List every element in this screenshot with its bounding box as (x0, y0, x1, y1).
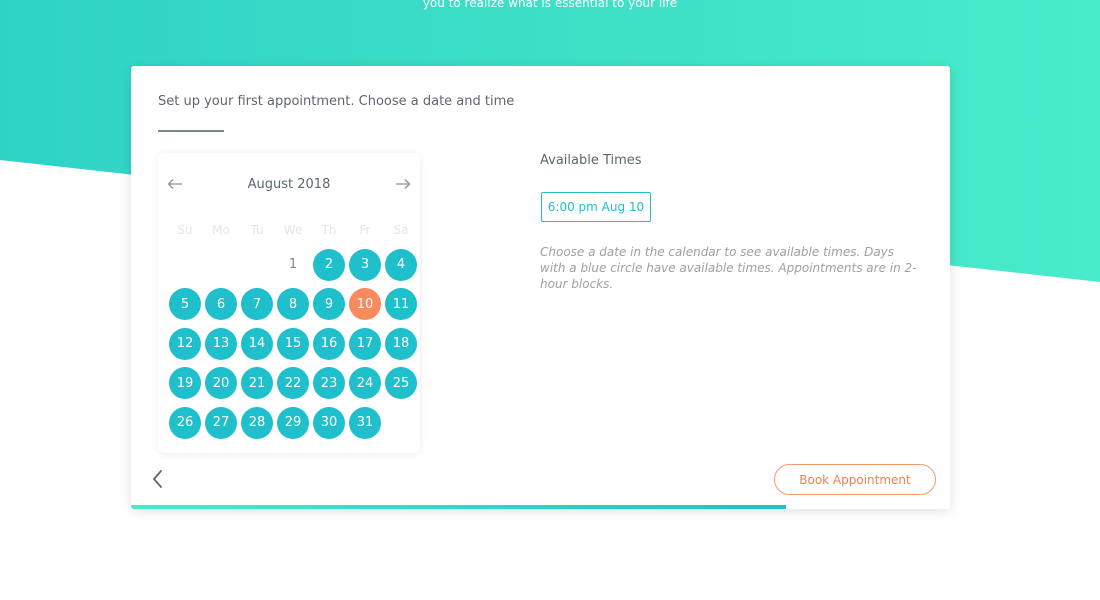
hero-tagline: you to realize what is essential to your… (422, 0, 678, 10)
chevron-left-icon[interactable] (147, 466, 171, 492)
calendar-day[interactable]: 17 (349, 327, 381, 360)
calendar-empty-cell (239, 245, 275, 285)
title-underline (158, 130, 224, 132)
calendar-cell: 4 (383, 245, 419, 285)
calendar-cell: 21 (239, 364, 275, 404)
calendar-cell: 7 (239, 285, 275, 325)
calendar: August 2018 Su Mo Tu We Th Fr Sa 1234567… (158, 153, 420, 453)
calendar-cell: 9 (311, 285, 347, 325)
calendar-cell: 20 (203, 364, 239, 404)
calendar-day[interactable]: 31 (349, 406, 381, 439)
arrow-right-icon[interactable] (395, 175, 411, 195)
calendar-day[interactable]: 29 (277, 406, 309, 439)
weekday-label: Su (177, 223, 193, 237)
calendar-cell: 22 (275, 364, 311, 404)
calendar-cell: 5 (167, 285, 203, 325)
help-text: Choose a date in the calendar to see ava… (540, 245, 917, 291)
calendar-day[interactable]: 4 (385, 248, 417, 281)
calendar-cell: 14 (239, 324, 275, 364)
calendar-day[interactable]: 25 (385, 367, 417, 400)
calendar-cell: 16 (311, 324, 347, 364)
calendar-day-selected[interactable]: 10 (349, 288, 381, 321)
calendar-month-label: August 2018 (247, 177, 331, 192)
calendar-cell: 24 (347, 364, 383, 404)
calendar-cell: 28 (239, 403, 275, 443)
book-appointment-button[interactable]: Book Appointment (774, 464, 936, 495)
calendar-day[interactable]: 22 (277, 367, 309, 400)
card-title: Set up your first appointment. Choose a … (158, 94, 515, 109)
calendar-day[interactable]: 18 (385, 327, 417, 360)
calendar-cell: 10 (347, 285, 383, 325)
calendar-day[interactable]: 20 (205, 367, 237, 400)
calendar-cell: 17 (347, 324, 383, 364)
progress-bar (131, 505, 950, 509)
calendar-cell: 2 (311, 245, 347, 285)
calendar-day[interactable]: 13 (205, 327, 237, 360)
calendar-day[interactable]: 12 (169, 327, 201, 360)
calendar-day[interactable]: 19 (169, 367, 201, 400)
weekday-label: Sa (393, 223, 409, 237)
calendar-empty-cell (167, 245, 203, 285)
weekday-label: We (283, 223, 303, 237)
time-slot-button[interactable]: 6:00 pm Aug 10 (541, 192, 651, 222)
calendar-day[interactable]: 3 (349, 248, 381, 281)
calendar-cell: 15 (275, 324, 311, 364)
calendar-cell: 29 (275, 403, 311, 443)
calendar-days-grid: 1 2 3 4 5 6 7 8 9 10 11 12 13 14 15 16 17 18 19 20 21 22 23 24 2… (167, 245, 419, 443)
calendar-cell: 8 (275, 285, 311, 325)
calendar-day[interactable]: 2 (313, 248, 345, 281)
calendar-cell: 6 (203, 285, 239, 325)
progress-fill (131, 505, 787, 509)
calendar-day[interactable]: 11 (385, 288, 417, 321)
calendar-cell: 23 (311, 364, 347, 404)
calendar-cell: 13 (203, 324, 239, 364)
calendar-cell: 1 (275, 245, 311, 285)
calendar-day[interactable]: 5 (169, 288, 201, 321)
weekday-label: Fr (359, 223, 371, 237)
calendar-day[interactable]: 14 (241, 327, 273, 360)
calendar-day[interactable]: 30 (313, 406, 345, 439)
weekday-label: Th (321, 223, 337, 237)
calendar-cell: 12 (167, 324, 203, 364)
weekday-label: Tu (250, 223, 264, 237)
calendar-cell: 18 (383, 324, 419, 364)
calendar-day[interactable]: 9 (313, 288, 345, 321)
calendar-cell: 30 (311, 403, 347, 443)
calendar-day[interactable]: 15 (277, 327, 309, 360)
calendar-day[interactable]: 7 (241, 288, 273, 321)
calendar-day[interactable]: 28 (241, 406, 273, 439)
calendar-day: 1 (288, 257, 298, 273)
calendar-cell: 19 (167, 364, 203, 404)
weekday-label: Mo (212, 223, 230, 237)
calendar-weekdays: Su Mo Tu We Th Fr Sa (167, 223, 419, 237)
appointment-card: Set up your first appointment. Choose a … (131, 66, 950, 509)
calendar-cell: 31 (347, 403, 383, 443)
calendar-day[interactable]: 21 (241, 367, 273, 400)
available-times-title: Available Times (540, 153, 642, 168)
calendar-day[interactable]: 16 (313, 327, 345, 360)
calendar-day[interactable]: 8 (277, 288, 309, 321)
calendar-day[interactable]: 27 (205, 406, 237, 439)
calendar-day[interactable]: 26 (169, 406, 201, 439)
calendar-day[interactable]: 23 (313, 367, 345, 400)
calendar-cell: 26 (167, 403, 203, 443)
calendar-day[interactable]: 6 (205, 288, 237, 321)
calendar-cell: 27 (203, 403, 239, 443)
calendar-empty-cell (203, 245, 239, 285)
calendar-day[interactable]: 24 (349, 367, 381, 400)
calendar-cell: 3 (347, 245, 383, 285)
calendar-cell: 11 (383, 285, 419, 325)
calendar-cell: 25 (383, 364, 419, 404)
